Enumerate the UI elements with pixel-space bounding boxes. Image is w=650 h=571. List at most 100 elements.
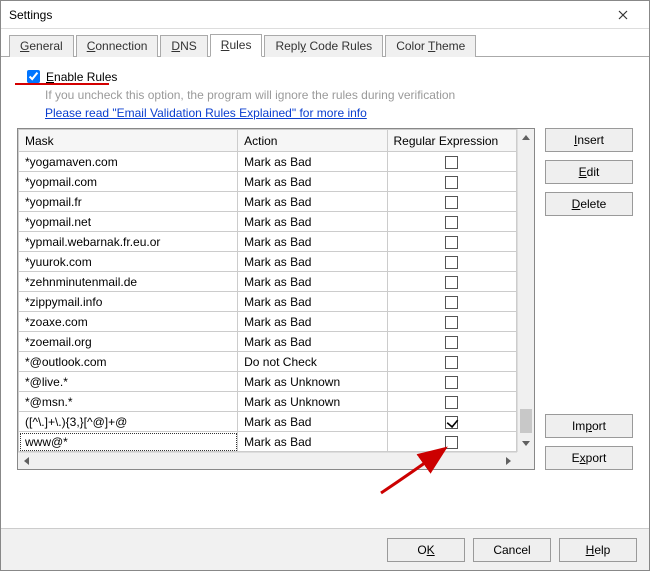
scroll-up-icon[interactable]: [518, 129, 534, 146]
cell-mask[interactable]: *@live.*: [19, 372, 238, 392]
vertical-scrollbar[interactable]: [517, 129, 534, 452]
cell-action[interactable]: Do not Check: [238, 352, 387, 372]
regex-checkbox[interactable]: [445, 336, 458, 349]
cell-regex[interactable]: [387, 372, 517, 392]
cell-regex[interactable]: [387, 432, 517, 452]
cell-mask[interactable]: *zoaxe.com: [19, 312, 238, 332]
table-row[interactable]: *zoemail.orgMark as Bad: [19, 332, 517, 352]
table-row[interactable]: *zoaxe.comMark as Bad: [19, 312, 517, 332]
horizontal-scrollbar[interactable]: [18, 452, 517, 469]
cell-mask[interactable]: *zippymail.info: [19, 292, 238, 312]
enable-rules-label[interactable]: Enable Rules: [46, 70, 117, 84]
regex-checkbox[interactable]: [445, 376, 458, 389]
cancel-button[interactable]: Cancel: [473, 538, 551, 562]
cell-regex[interactable]: [387, 332, 517, 352]
cell-action[interactable]: Mark as Bad: [238, 272, 387, 292]
export-button[interactable]: Export: [545, 446, 633, 470]
cell-mask[interactable]: *zehnminutenmail.de: [19, 272, 238, 292]
cell-action[interactable]: Mark as Bad: [238, 152, 387, 172]
edit-button[interactable]: Edit: [545, 160, 633, 184]
cell-regex[interactable]: [387, 352, 517, 372]
cell-regex[interactable]: [387, 212, 517, 232]
table-row[interactable]: *yuurok.comMark as Bad: [19, 252, 517, 272]
cell-regex[interactable]: [387, 152, 517, 172]
regex-checkbox[interactable]: [445, 436, 458, 449]
cell-regex[interactable]: [387, 272, 517, 292]
close-button[interactable]: [605, 5, 641, 25]
cell-mask[interactable]: www@*: [19, 432, 238, 452]
tab-dns[interactable]: DNS: [160, 35, 207, 57]
col-action[interactable]: Action: [238, 130, 387, 152]
doc-link[interactable]: Please read "Email Validation Rules Expl…: [45, 106, 367, 120]
table-row[interactable]: *zehnminutenmail.deMark as Bad: [19, 272, 517, 292]
table-row[interactable]: ([^\.]+\.){3,}[^@]+@Mark as Bad: [19, 412, 517, 432]
tab-connection[interactable]: Connection: [76, 35, 159, 57]
vertical-scroll-thumb[interactable]: [520, 409, 532, 433]
regex-checkbox[interactable]: [445, 236, 458, 249]
scroll-down-icon[interactable]: [518, 435, 534, 452]
cell-regex[interactable]: [387, 252, 517, 272]
cell-action[interactable]: Mark as Unknown: [238, 372, 387, 392]
cell-mask[interactable]: *yuurok.com: [19, 252, 238, 272]
cell-action[interactable]: Mark as Unknown: [238, 392, 387, 412]
regex-checkbox[interactable]: [445, 216, 458, 229]
enable-rules-checkbox[interactable]: [27, 70, 40, 83]
help-button[interactable]: Help: [559, 538, 637, 562]
cell-mask[interactable]: *ypmail.webarnak.fr.eu.or: [19, 232, 238, 252]
regex-checkbox[interactable]: [445, 316, 458, 329]
cell-mask[interactable]: ([^\.]+\.){3,}[^@]+@: [19, 412, 238, 432]
cell-action[interactable]: Mark as Bad: [238, 332, 387, 352]
table-row[interactable]: *@outlook.comDo not Check: [19, 352, 517, 372]
regex-checkbox[interactable]: [445, 276, 458, 289]
regex-checkbox[interactable]: [445, 176, 458, 189]
cell-mask[interactable]: *@msn.*: [19, 392, 238, 412]
tab-reply-code-rules[interactable]: Reply Code Rules: [264, 35, 383, 57]
scroll-right-icon[interactable]: [500, 453, 517, 470]
cell-regex[interactable]: [387, 172, 517, 192]
tab-general[interactable]: General: [9, 35, 74, 57]
cell-action[interactable]: Mark as Bad: [238, 232, 387, 252]
regex-checkbox[interactable]: [445, 156, 458, 169]
cell-action[interactable]: Mark as Bad: [238, 412, 387, 432]
table-row[interactable]: *zippymail.infoMark as Bad: [19, 292, 517, 312]
regex-checkbox[interactable]: [445, 296, 458, 309]
cell-action[interactable]: Mark as Bad: [238, 432, 387, 452]
cell-action[interactable]: Mark as Bad: [238, 292, 387, 312]
tab-rules[interactable]: Rules: [210, 34, 263, 57]
regex-checkbox[interactable]: [445, 196, 458, 209]
table-row[interactable]: *yopmail.frMark as Bad: [19, 192, 517, 212]
regex-checkbox[interactable]: [445, 396, 458, 409]
tab-color-theme[interactable]: Color Theme: [385, 35, 476, 57]
import-button[interactable]: Import: [545, 414, 633, 438]
table-row[interactable]: *ypmail.webarnak.fr.eu.orMark as Bad: [19, 232, 517, 252]
cell-action[interactable]: Mark as Bad: [238, 172, 387, 192]
ok-button[interactable]: OK: [387, 538, 465, 562]
cell-regex[interactable]: [387, 192, 517, 212]
regex-checkbox[interactable]: [445, 356, 458, 369]
scroll-left-icon[interactable]: [18, 453, 35, 470]
cell-mask[interactable]: *yopmail.fr: [19, 192, 238, 212]
cell-mask[interactable]: *@outlook.com: [19, 352, 238, 372]
cell-mask[interactable]: *yopmail.com: [19, 172, 238, 192]
cell-action[interactable]: Mark as Bad: [238, 192, 387, 212]
cell-action[interactable]: Mark as Bad: [238, 212, 387, 232]
table-row[interactable]: *@msn.*Mark as Unknown: [19, 392, 517, 412]
cell-regex[interactable]: [387, 412, 517, 432]
insert-button[interactable]: Insert: [545, 128, 633, 152]
delete-button[interactable]: Delete: [545, 192, 633, 216]
cell-mask[interactable]: *zoemail.org: [19, 332, 238, 352]
regex-checkbox[interactable]: [445, 256, 458, 269]
cell-regex[interactable]: [387, 292, 517, 312]
table-row[interactable]: www@*Mark as Bad: [19, 432, 517, 452]
cell-mask[interactable]: *yopmail.net: [19, 212, 238, 232]
cell-action[interactable]: Mark as Bad: [238, 312, 387, 332]
cell-regex[interactable]: [387, 312, 517, 332]
col-mask[interactable]: Mask: [19, 130, 238, 152]
cell-regex[interactable]: [387, 392, 517, 412]
col-regex[interactable]: Regular Expression: [387, 130, 517, 152]
table-row[interactable]: *@live.*Mark as Unknown: [19, 372, 517, 392]
table-row[interactable]: *yopmail.comMark as Bad: [19, 172, 517, 192]
table-row[interactable]: *yopmail.netMark as Bad: [19, 212, 517, 232]
regex-checkbox[interactable]: [445, 416, 458, 429]
cell-mask[interactable]: *yogamaven.com: [19, 152, 238, 172]
